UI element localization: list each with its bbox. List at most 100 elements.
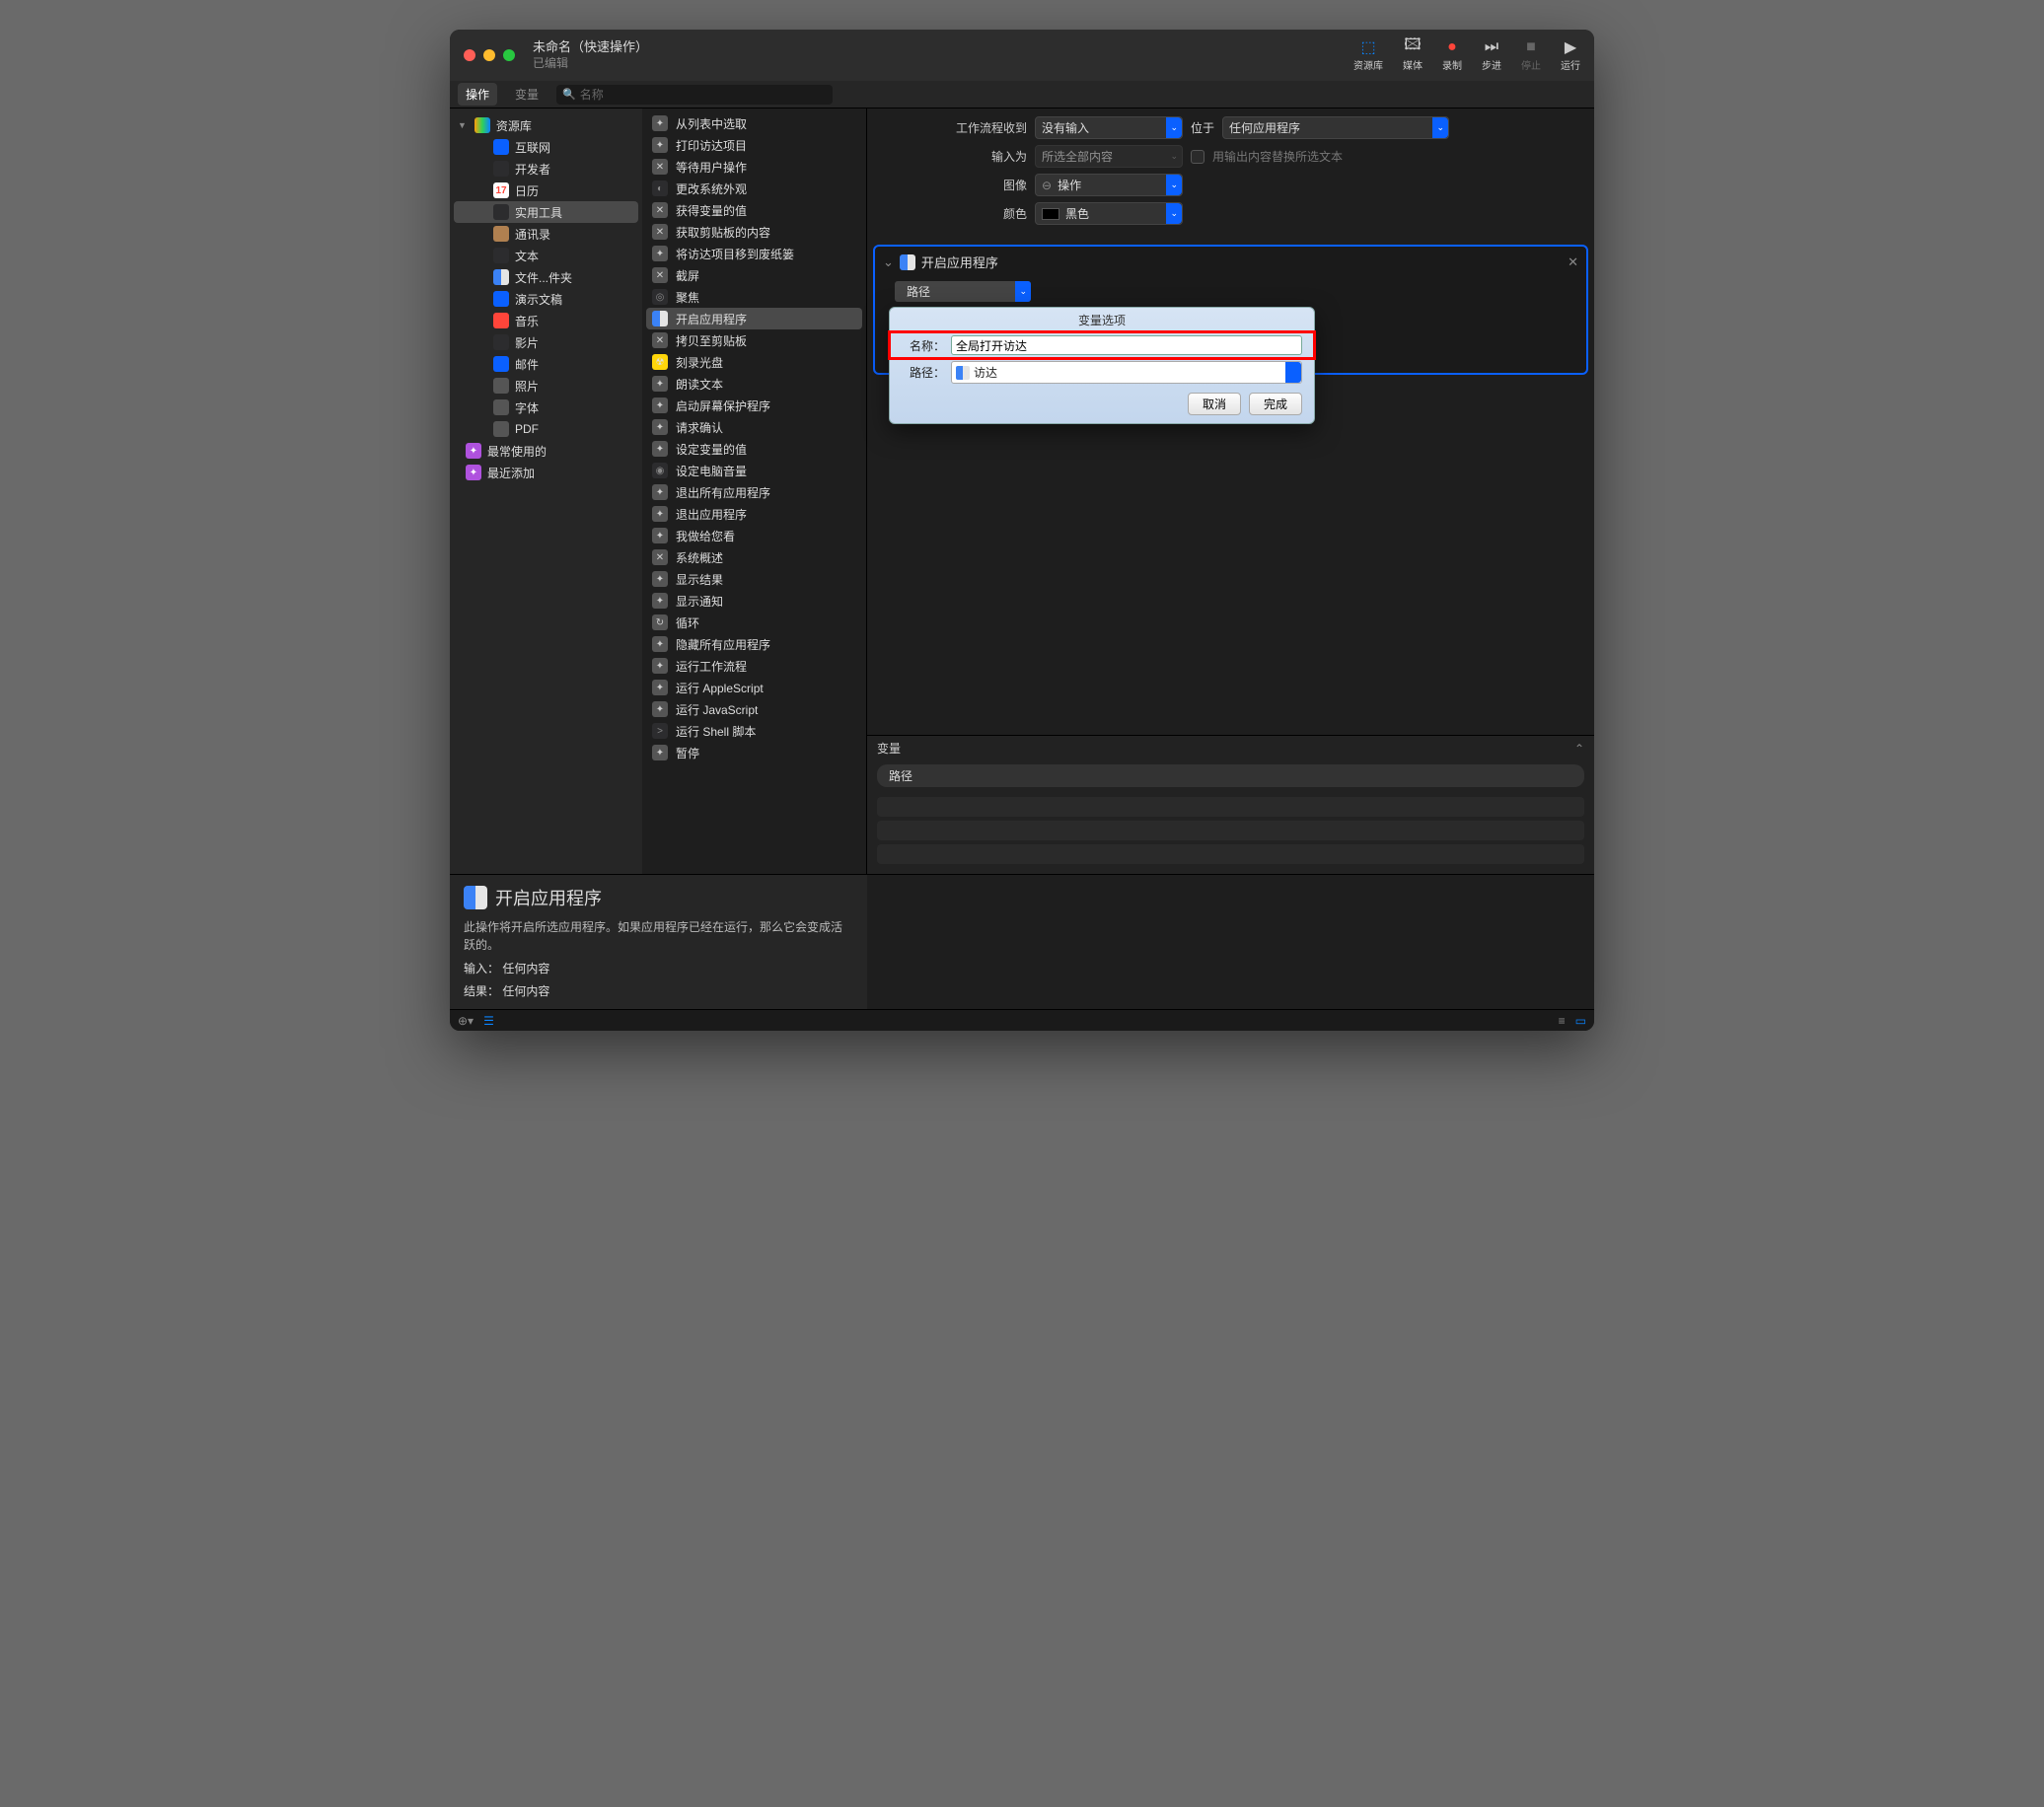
action-item-27[interactable]: ✦运行 JavaScript	[642, 698, 866, 720]
action-item-29[interactable]: ✦暂停	[642, 742, 866, 763]
step-toolbar-button[interactable]: ⏭ 步进	[1482, 39, 1501, 72]
zoom-window-button[interactable]	[503, 49, 515, 61]
sidebar-item-1[interactable]: 开发者	[450, 158, 642, 180]
action-item-15[interactable]: ✦设定变量的值	[642, 438, 866, 460]
action-item-3[interactable]: ◐更改系统外观	[642, 178, 866, 199]
action-item-17[interactable]: ✦退出所有应用程序	[642, 481, 866, 503]
action-item-4[interactable]: ✕获得变量的值	[642, 199, 866, 221]
action-item-14[interactable]: ✦请求确认	[642, 416, 866, 438]
sidebar-item-0[interactable]: 互联网	[450, 136, 642, 158]
popover-path-row: 路径： 访达	[890, 358, 1314, 387]
chevron-updown-icon: ⌄	[1436, 122, 1444, 133]
action-item-19[interactable]: ✦我做给您看	[642, 525, 866, 546]
config-color-select[interactable]: 黑色 ⌄	[1035, 202, 1183, 225]
sidebar-item-8[interactable]: 音乐	[450, 310, 642, 331]
sidebar-item-9[interactable]: 影片	[450, 331, 642, 353]
action-item-11[interactable]: ☢刻录光盘	[642, 351, 866, 373]
sidebar-item-13[interactable]: PDF	[450, 418, 642, 440]
footer-log-icon[interactable]: ≡	[1559, 1014, 1566, 1028]
sidebar-root-library[interactable]: ▼ 资源库	[450, 114, 642, 136]
action-item-9[interactable]: 开启应用程序	[646, 308, 862, 329]
sidebar-item-label: 通讯录	[515, 226, 550, 243]
action-icon: ✕	[652, 159, 668, 175]
action-path-select[interactable]: 路径 ⌄	[895, 281, 1031, 302]
popover-cancel-button[interactable]: 取消	[1188, 393, 1241, 415]
search-field[interactable]: 🔍 名称	[556, 85, 833, 105]
pdf-icon	[493, 421, 509, 437]
workflow-canvas: 工作流程收到 没有输入 ⌄ 位于 任何应用程序 ⌄ 输入为 所选全部内容	[867, 108, 1594, 874]
config-located-select[interactable]: 任何应用程序 ⌄	[1222, 116, 1449, 139]
library-toolbar-button[interactable]: ⬚ 资源库	[1353, 39, 1383, 72]
action-item-13[interactable]: ✦启动屏幕保护程序	[642, 395, 866, 416]
action-icon: ✦	[652, 593, 668, 609]
action-item-22[interactable]: ✦显示通知	[642, 590, 866, 612]
media-toolbar-button[interactable]: 🖾 媒体	[1403, 39, 1423, 72]
tab-variables[interactable]: 变量	[507, 83, 547, 106]
action-icon: ◉	[652, 463, 668, 478]
sidebar-most-used[interactable]: ✦ 最常使用的	[450, 440, 642, 462]
popover-done-button[interactable]: 完成	[1249, 393, 1302, 415]
config-image-select[interactable]: ⊖ 操作 ⌄	[1035, 174, 1183, 196]
sidebar-item-2[interactable]: 17日历	[450, 180, 642, 201]
traffic-lights	[464, 49, 515, 61]
variable-row[interactable]: 路径	[877, 764, 1584, 787]
sidebar-item-6[interactable]: 文件...件夹	[450, 266, 642, 288]
action-item-21[interactable]: ✦显示结果	[642, 568, 866, 590]
footer-variables-icon[interactable]: ▭	[1575, 1014, 1586, 1028]
actions-list: ✦从列表中选取✦打印访达项目✕等待用户操作◐更改系统外观✕获得变量的值✕获取剪贴…	[642, 108, 867, 874]
close-icon[interactable]: ✕	[1568, 254, 1578, 270]
popover-path-select[interactable]: 访达	[951, 361, 1302, 384]
sidebar-item-3[interactable]: 实用工具	[454, 201, 638, 223]
workflow-action-title: 开启应用程序	[921, 253, 998, 271]
action-item-18[interactable]: ✦退出应用程序	[642, 503, 866, 525]
close-window-button[interactable]	[464, 49, 475, 61]
footer-list-icon[interactable]: ☰	[483, 1014, 494, 1028]
action-item-26[interactable]: ✦运行 AppleScript	[642, 677, 866, 698]
run-toolbar-button[interactable]: ▶ 运行	[1561, 39, 1580, 72]
sidebar-item-5[interactable]: 文本	[450, 245, 642, 266]
footer-gear-icon[interactable]: ⊕▾	[458, 1014, 474, 1028]
window-subtitle: 已编辑	[533, 56, 648, 72]
variables-panel-header[interactable]: 变量 ⌃	[867, 736, 1594, 760]
stop-toolbar-button[interactable]: ■ 停止	[1521, 39, 1541, 72]
action-item-24[interactable]: ✦隐藏所有应用程序	[642, 633, 866, 655]
sidebar-item-7[interactable]: 演示文稿	[450, 288, 642, 310]
action-item-7[interactable]: ✕截屏	[642, 264, 866, 286]
action-item-28[interactable]: >运行 Shell 脚本	[642, 720, 866, 742]
action-item-6[interactable]: ✦将访达项目移到废纸篓	[642, 243, 866, 264]
sidebar-item-12[interactable]: 字体	[450, 397, 642, 418]
sidebar-item-11[interactable]: 照片	[450, 375, 642, 397]
action-item-10[interactable]: ✕拷贝至剪贴板	[642, 329, 866, 351]
action-item-1[interactable]: ✦打印访达项目	[642, 134, 866, 156]
action-icon: ◎	[652, 289, 668, 305]
action-item-label: 请求确认	[676, 419, 723, 436]
action-item-20[interactable]: ✕系统概述	[642, 546, 866, 568]
config-output-select[interactable]: 所选全部内容 ⌄	[1035, 145, 1183, 168]
popover-name-input[interactable]	[951, 335, 1302, 355]
chevron-updown-icon: ⌄	[1170, 151, 1178, 162]
record-toolbar-button[interactable]: ● 录制	[1442, 39, 1462, 72]
minimize-window-button[interactable]	[483, 49, 495, 61]
action-icon: ✕	[652, 267, 668, 283]
action-item-0[interactable]: ✦从列表中选取	[642, 112, 866, 134]
replace-text-checkbox[interactable]	[1191, 150, 1204, 164]
sidebar-item-10[interactable]: 邮件	[450, 353, 642, 375]
action-item-23[interactable]: ↻循环	[642, 612, 866, 633]
workflow-action-header[interactable]: ⌄ 开启应用程序 ✕	[875, 247, 1586, 277]
sidebar-item-4[interactable]: 通讯录	[450, 223, 642, 245]
finder-icon	[956, 366, 970, 380]
action-item-2[interactable]: ✕等待用户操作	[642, 156, 866, 178]
sidebar-recent[interactable]: ✦ 最近添加	[450, 462, 642, 483]
action-item-25[interactable]: ✦运行工作流程	[642, 655, 866, 677]
config-output-label: 输入为	[879, 148, 1027, 165]
action-item-12[interactable]: ✦朗读文本	[642, 373, 866, 395]
config-receives-select[interactable]: 没有输入 ⌄	[1035, 116, 1183, 139]
sidebar-item-label: 音乐	[515, 313, 539, 329]
config-receives-label: 工作流程收到	[879, 119, 1027, 136]
popover-title: 变量选项	[890, 308, 1314, 332]
action-item-16[interactable]: ◉设定电脑音量	[642, 460, 866, 481]
action-item-8[interactable]: ◎聚焦	[642, 286, 866, 308]
action-item-5[interactable]: ✕获取剪贴板的内容	[642, 221, 866, 243]
tab-actions[interactable]: 操作	[458, 83, 497, 106]
workflow-action-box[interactable]: ⌄ 开启应用程序 ✕ 路径 ⌄ 变量选项	[873, 245, 1588, 375]
